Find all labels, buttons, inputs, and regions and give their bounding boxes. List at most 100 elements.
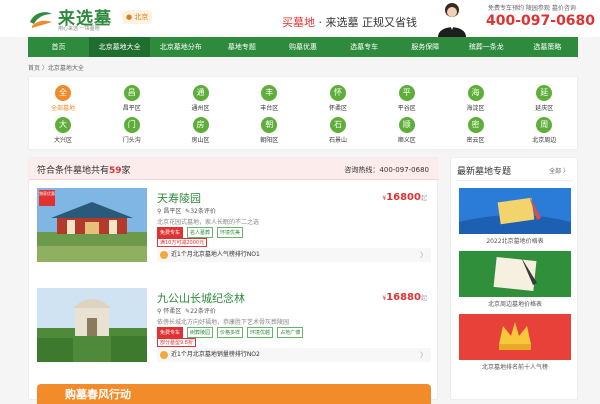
cemetery-description: 依傍长城北方向好福地，恭康胜下艺术骨灰葬陵园 bbox=[157, 319, 290, 326]
feature-tag: 免费专车 bbox=[157, 227, 184, 238]
results-header: 符合条件墓地共有59家 咨询热线：400-097-0680 bbox=[29, 158, 439, 180]
price-unit: 起 bbox=[420, 195, 427, 202]
district-label: 平谷区 bbox=[397, 105, 416, 112]
district-icon: 昌 bbox=[123, 85, 140, 101]
district-option[interactable]: 门门头沟 bbox=[107, 117, 157, 147]
cemetery-photo[interactable] bbox=[37, 288, 147, 362]
district-option[interactable]: 大大兴区 bbox=[38, 117, 88, 147]
district-filter: 全全部墓地昌昌平区通通州区丰丰台区怀怀柔区平平谷区海海淀区延延庆区大大兴区门门头… bbox=[28, 76, 578, 150]
district-icon: 房 bbox=[192, 117, 209, 133]
cemetery-district: 怀柔区 bbox=[163, 308, 182, 315]
cemetery-name[interactable]: 天寿陵园 bbox=[157, 190, 201, 206]
feature-tag: 价格多样 bbox=[217, 327, 244, 338]
breadcrumb[interactable]: 首页 〉北京墓地大全 bbox=[28, 63, 84, 72]
district-label: 密云区 bbox=[466, 137, 485, 144]
topic-caption[interactable]: 2022北京墓地价格表 bbox=[459, 236, 571, 245]
results-title-post: 家 bbox=[121, 166, 131, 176]
nav-item[interactable]: 选墓策略 bbox=[517, 37, 578, 57]
slogan: 买墓地 · 来选墓 正规又省钱 bbox=[282, 14, 417, 30]
district-label: 房山区 bbox=[191, 137, 210, 144]
topic-item[interactable]: 北京墓地排名前十人气榜 bbox=[459, 314, 571, 371]
nav-item-active[interactable]: 北京墓地大全 bbox=[89, 37, 151, 57]
price-value: 16880 bbox=[386, 292, 421, 303]
exclusive-badge: 独家优惠 bbox=[39, 190, 55, 206]
discount-badge: 满10万可减2000元 bbox=[157, 238, 208, 247]
hotline-caption: 免费专车预约 陵园参观 墓价咨询 bbox=[488, 5, 576, 12]
cemetery-tags: 免费专车 名人墓葬 环境优美 bbox=[157, 227, 244, 238]
promo-banner[interactable]: 购墓春风行动 bbox=[37, 384, 431, 404]
nav-item[interactable]: 北京墓地分布 bbox=[150, 37, 211, 57]
topic-caption[interactable]: 北京周边墓地价格表 bbox=[459, 299, 571, 308]
feature-tag: 环境优美 bbox=[217, 227, 244, 238]
district-option[interactable]: 朝朝阳区 bbox=[244, 117, 294, 147]
district-option[interactable]: 石石景山 bbox=[313, 117, 363, 147]
sidebar-title: 最新墓地专题 bbox=[457, 167, 512, 177]
results-hotline[interactable]: 咨询热线：400-097-0680 bbox=[344, 165, 429, 175]
district-option[interactable]: 平平谷区 bbox=[382, 85, 432, 115]
cemetery-name[interactable]: 九公山长城纪念林 bbox=[157, 290, 245, 306]
district-icon: 延 bbox=[536, 85, 553, 101]
district-option[interactable]: 海海淀区 bbox=[451, 85, 501, 115]
district-option[interactable]: 周北京周边 bbox=[519, 117, 569, 147]
feature-tag: 环境优越 bbox=[247, 327, 274, 338]
district-option[interactable]: 通通州区 bbox=[176, 85, 226, 115]
ranking-bar[interactable]: 近1个月北京墓地人气榜排行NO1 〉 bbox=[157, 248, 431, 262]
trophy-icon bbox=[160, 351, 168, 359]
logo[interactable]: 来选墓 用心来选 一块墓地 bbox=[28, 4, 116, 34]
discount-badge: 部分墓型9.8折 bbox=[157, 338, 196, 347]
topic-thumbnail[interactable] bbox=[459, 251, 571, 297]
district-label: 顺义区 bbox=[397, 137, 416, 144]
topic-item[interactable]: 北京周边墓地价格表 bbox=[459, 251, 571, 308]
district-option[interactable]: 昌昌平区 bbox=[107, 85, 157, 115]
customer-service-avatar bbox=[438, 3, 466, 37]
district-option[interactable]: 全全部墓地 bbox=[38, 85, 88, 115]
ranking-text: 近1个月北京墓地人气榜排行NO1 bbox=[171, 251, 260, 258]
district-label: 延庆区 bbox=[535, 105, 554, 112]
cemetery-price: ¥16880起 bbox=[382, 292, 427, 303]
cemetery-reviews[interactable]: 32条评价 bbox=[190, 208, 216, 215]
hotline-number[interactable]: 400-097-0680 bbox=[486, 13, 595, 29]
cemetery-photo[interactable]: 独家优惠 bbox=[37, 188, 147, 262]
slogan-part: 买墓地 bbox=[282, 16, 315, 29]
district-icon: 石 bbox=[330, 117, 346, 133]
nav-item[interactable]: 购墓优惠 bbox=[272, 37, 333, 57]
slogan-part: · bbox=[315, 16, 326, 29]
city-name: 北京 bbox=[134, 13, 149, 21]
topic-sidebar: 最新墓地专题 全部 〉 2022北京墓地价格表 北京周边墓地价格表 北京墓地排名… bbox=[450, 157, 578, 400]
district-icon: 通 bbox=[192, 85, 209, 101]
nav-item[interactable]: 殡葬一条龙 bbox=[456, 37, 517, 57]
topic-caption[interactable]: 北京墓地排名前十人气榜 bbox=[459, 362, 571, 371]
cemetery-card[interactable]: 独家优惠 天寿陵园 ¥16800起 ⚲ 昌平区 ✎32条评价 北京花园式墓地，家… bbox=[37, 188, 431, 272]
district-option[interactable]: 延延庆区 bbox=[519, 85, 569, 115]
district-icon: 平 bbox=[398, 85, 415, 101]
feature-tag: 免费专车 bbox=[157, 327, 184, 338]
district-option[interactable]: 顺顺义区 bbox=[382, 117, 432, 147]
topic-item[interactable]: 2022北京墓地价格表 bbox=[459, 188, 571, 245]
nav-item[interactable]: 选墓专车 bbox=[334, 37, 395, 57]
district-icon: 密 bbox=[467, 117, 484, 133]
district-option[interactable]: 丰丰台区 bbox=[244, 85, 294, 115]
results-panel: 符合条件墓地共有59家 咨询热线：400-097-0680 独家优惠 天寿陵园 … bbox=[28, 157, 439, 404]
district-label: 全部墓地 bbox=[50, 105, 75, 112]
nav-item[interactable]: 墓地专题 bbox=[211, 37, 272, 57]
district-icon: 怀 bbox=[330, 85, 346, 101]
ranking-bar[interactable]: 近1个月北京墓地销量榜排行NO2 〉 bbox=[157, 348, 431, 362]
nav-item[interactable]: 服务保障 bbox=[395, 37, 456, 57]
district-icon: 丰 bbox=[261, 85, 278, 101]
district-option[interactable]: 房房山区 bbox=[176, 117, 226, 147]
district-option[interactable]: 密密云区 bbox=[451, 117, 501, 147]
divider bbox=[457, 180, 573, 181]
district-icon: 大 bbox=[55, 117, 71, 133]
feature-tag: 名人墓葬 bbox=[187, 227, 214, 238]
topic-thumbnail[interactable] bbox=[459, 314, 571, 360]
sidebar-all-link[interactable]: 全部 〉 bbox=[549, 166, 569, 175]
topic-thumbnail[interactable] bbox=[459, 188, 571, 234]
city-selector[interactable]: ● 北京 bbox=[122, 10, 153, 24]
location-pin-icon: ⚲ bbox=[157, 308, 162, 315]
district-option[interactable]: 怀怀柔区 bbox=[313, 85, 363, 115]
cemetery-card[interactable]: 九公山长城纪念林 ¥16880起 ⚲ 怀柔区 ✎22条评价 依傍长城北方向好福地… bbox=[37, 288, 431, 372]
nav-item[interactable]: 首页 bbox=[28, 37, 89, 57]
cemetery-reviews[interactable]: 22条评价 bbox=[190, 308, 216, 315]
location-pin-icon: ● bbox=[126, 13, 133, 21]
district-icon: 朝 bbox=[261, 117, 278, 133]
